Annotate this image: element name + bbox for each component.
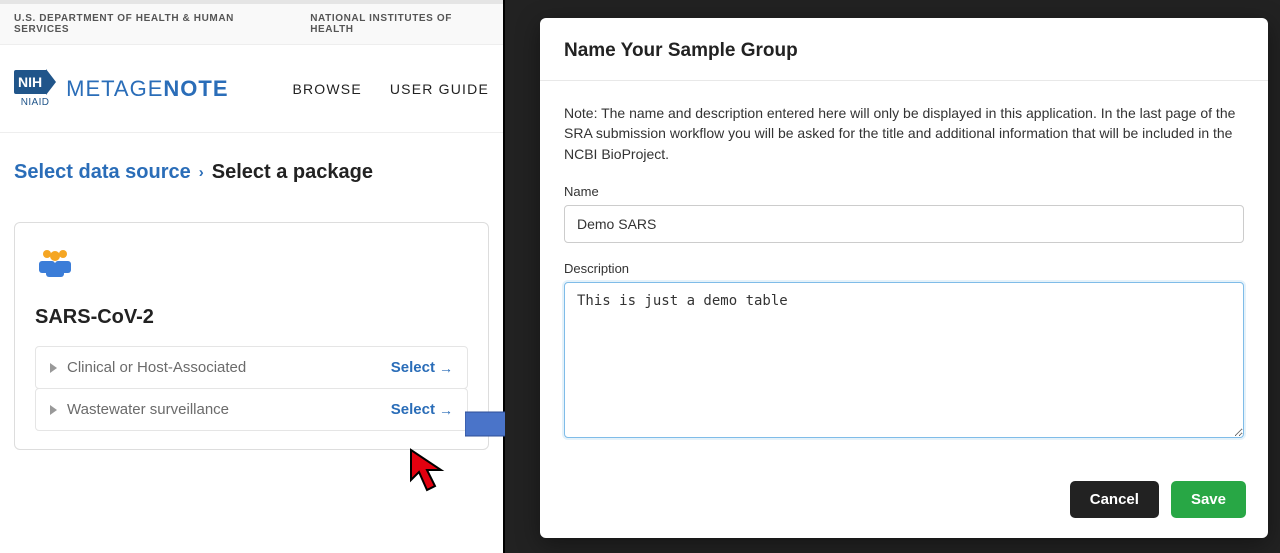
select-label: Select — [391, 401, 435, 418]
breadcrumb: Select data source › Select a package — [0, 133, 503, 208]
modal-note: Note: The name and description entered h… — [564, 103, 1244, 164]
select-button[interactable]: Select → — [391, 401, 453, 418]
main-nav: BROWSE USER GUIDE — [292, 81, 489, 97]
option-clinical-host-associated[interactable]: Clinical or Host-Associated Select → — [35, 346, 468, 389]
package-selection-page: U.S. DEPARTMENT OF HEALTH & HUMAN SERVIC… — [0, 0, 505, 553]
breadcrumb-prev[interactable]: Select data source — [14, 161, 191, 184]
name-sample-group-modal: Name Your Sample Group Note: The name an… — [540, 18, 1268, 538]
nih-link[interactable]: NATIONAL INSTITUTES OF HEALTH — [310, 13, 489, 35]
name-label: Name — [564, 184, 1244, 199]
package-card: SARS-CoV-2 Clinical or Host-Associated S… — [14, 222, 489, 450]
modal-footer: Cancel Save — [540, 467, 1268, 538]
option-label: Clinical or Host-Associated — [67, 359, 246, 376]
arrow-right-icon: → — [439, 360, 453, 376]
app-name: METAGENOTE — [66, 76, 228, 102]
app-name-bold: NOTE — [163, 76, 228, 101]
nav-user-guide[interactable]: USER GUIDE — [390, 81, 489, 97]
modal-body: Note: The name and description entered h… — [540, 81, 1268, 467]
cancel-button[interactable]: Cancel — [1070, 481, 1159, 518]
app-name-prefix: METAGE — [66, 76, 163, 101]
caret-right-icon — [50, 405, 57, 415]
description-textarea[interactable] — [564, 282, 1244, 438]
name-input[interactable] — [564, 205, 1244, 243]
save-button[interactable]: Save — [1171, 481, 1246, 518]
nih-badge: NIH — [14, 70, 46, 94]
select-label: Select — [391, 359, 435, 376]
option-label: Wastewater surveillance — [67, 401, 229, 418]
modal-title: Name Your Sample Group — [564, 40, 1244, 62]
card-title: SARS-CoV-2 — [35, 306, 468, 329]
arrow-right-icon: → — [439, 402, 453, 418]
niaid-label: NIAID — [21, 97, 50, 108]
nav-browse[interactable]: BROWSE — [292, 81, 361, 97]
nih-niaid-logo: NIH NIAID — [14, 69, 56, 108]
description-label: Description — [564, 261, 1244, 276]
caret-right-icon — [50, 363, 57, 373]
select-button[interactable]: Select → — [391, 359, 453, 376]
modal-header: Name Your Sample Group — [540, 18, 1268, 81]
gov-topbar: U.S. DEPARTMENT OF HEALTH & HUMAN SERVIC… — [0, 0, 503, 45]
breadcrumb-current: Select a package — [212, 161, 373, 184]
brand-bar: NIH NIAID METAGENOTE BROWSE USER GUIDE — [0, 45, 503, 133]
chevron-right-icon — [46, 69, 56, 95]
option-wastewater-surveillance[interactable]: Wastewater surveillance Select → — [35, 388, 468, 431]
people-icon — [35, 247, 468, 282]
chevron-right-icon: › — [199, 164, 204, 181]
hhs-link[interactable]: U.S. DEPARTMENT OF HEALTH & HUMAN SERVIC… — [14, 13, 278, 35]
